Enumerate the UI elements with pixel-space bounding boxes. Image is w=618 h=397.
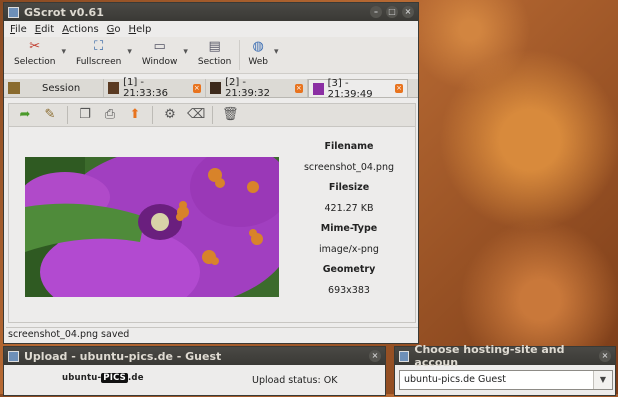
upload-status: Upload status: OK [252, 375, 338, 386]
menubar: File Edit Actions Go Help [4, 21, 418, 37]
session-tabs: Session [1] - 21:33:36 × [2] - 21:39:32 … [4, 77, 418, 100]
window-title: GScrot v0.61 [24, 5, 104, 19]
section-icon: ▤ [208, 39, 221, 54]
close-tab-icon[interactable]: × [395, 84, 403, 93]
mimetype-value: image/x-png [319, 244, 379, 255]
upload-icon[interactable]: ⬆ [127, 107, 143, 123]
upload-window-title: Upload - ubuntu-pics.de - Guest [24, 349, 222, 363]
minimize-icon[interactable]: – [370, 6, 382, 18]
filename-value: screenshot_04.png [303, 162, 395, 173]
hosting-site-select[interactable]: ubuntu-pics.de Guest ▼ [399, 370, 613, 390]
maximize-icon[interactable]: □ [386, 6, 398, 18]
screenshot-preview[interactable] [25, 157, 279, 297]
redo-arrow-icon[interactable]: ➦ [17, 107, 33, 123]
thumbnail-icon [313, 82, 324, 95]
web-button[interactable]: ◍ Web [242, 37, 274, 67]
session-icon [8, 82, 20, 94]
toolbar: ✂ Selection ▾ ⛶ Fullscreen ▾ ▭ Window ▾ … [4, 37, 418, 74]
window-icon: ▭ [153, 39, 166, 54]
screenshot-view: Filename screenshot_04.png Filesize 421.… [8, 127, 416, 323]
menu-actions[interactable]: Actions [62, 24, 99, 35]
selection-button[interactable]: ✂ Selection [8, 37, 61, 67]
close-tab-icon[interactable]: × [192, 83, 201, 93]
image-info-panel: Filename screenshot_04.png Filesize 421.… [289, 137, 409, 301]
screenshot-actions-toolbar: ➦ ✎ ❐ ⎙ ⬆ ⚙ ⌫ 🗑 [8, 103, 416, 127]
app-icon [8, 6, 19, 18]
gscrot-window: GScrot v0.61 – □ × File Edit Actions Go … [3, 2, 419, 344]
tab-screenshot-1[interactable]: [1] - 21:33:36 × [104, 77, 206, 99]
tab-screenshot-3[interactable]: [3] - 21:39:49 × [308, 78, 408, 100]
menu-edit[interactable]: Edit [35, 24, 54, 35]
filename-label: Filename [324, 141, 374, 152]
close-icon[interactable]: × [599, 350, 611, 362]
window-button[interactable]: ▭ Window [136, 37, 184, 67]
toolbar-separator [239, 40, 241, 70]
geometry-value: 693x383 [328, 285, 370, 296]
thumbnail-icon [108, 82, 120, 94]
trash-icon[interactable]: 🗑 [222, 107, 239, 123]
flower-image [25, 157, 279, 297]
app-icon [399, 350, 410, 362]
hosting-titlebar[interactable]: Choose hosting-site and accoun × [395, 343, 615, 369]
menu-file[interactable]: File [10, 24, 27, 35]
print-icon[interactable]: ⎙ [102, 107, 118, 123]
close-tab-icon[interactable]: × [294, 83, 303, 93]
section-button[interactable]: ▤ Section [192, 37, 237, 67]
ubuntu-pics-logo: ubuntu- PICS .de [62, 373, 144, 383]
fullscreen-button[interactable]: ⛶ Fullscreen [70, 37, 127, 67]
tab-session[interactable]: Session [4, 79, 104, 97]
titlebar[interactable]: GScrot v0.61 – □ × [4, 3, 418, 21]
upload-window: Upload - ubuntu-pics.de - Guest × ubuntu… [3, 346, 386, 396]
mimetype-label: Mime-Type [320, 223, 378, 234]
fullscreen-icon: ⛶ [94, 39, 104, 54]
close-icon[interactable]: × [369, 350, 381, 362]
filesize-value: 421.27 KB [324, 203, 374, 214]
filesize-label: Filesize [328, 182, 370, 193]
globe-icon: ◍ [252, 39, 264, 54]
window-dropdown-icon[interactable]: ▾ [183, 37, 188, 57]
upload-titlebar[interactable]: Upload - ubuntu-pics.de - Guest × [4, 347, 385, 365]
scissors-icon: ✂ [29, 39, 41, 54]
geometry-label: Geometry [322, 264, 376, 275]
hosting-dialog: Choose hosting-site and accoun × ubuntu-… [394, 343, 616, 396]
close-icon[interactable]: × [402, 6, 414, 18]
fullscreen-dropdown-icon[interactable]: ▾ [127, 37, 132, 57]
menu-go[interactable]: Go [107, 24, 121, 35]
edit-icon[interactable]: ✎ [42, 107, 58, 123]
status-bar: screenshot_04.png saved [6, 327, 418, 342]
tab-screenshot-2[interactable]: [2] - 21:39:32 × [206, 77, 308, 99]
web-dropdown-icon[interactable]: ▾ [274, 37, 279, 57]
app-icon [8, 350, 19, 362]
selection-dropdown-icon[interactable]: ▾ [61, 37, 66, 57]
copy-icon[interactable]: ❐ [77, 107, 93, 123]
clean-icon[interactable]: ⌫ [187, 107, 205, 123]
settings-icon[interactable]: ⚙ [162, 107, 178, 123]
menu-help[interactable]: Help [129, 24, 152, 35]
chevron-down-icon[interactable]: ▼ [593, 371, 612, 389]
thumbnail-icon [210, 82, 222, 94]
